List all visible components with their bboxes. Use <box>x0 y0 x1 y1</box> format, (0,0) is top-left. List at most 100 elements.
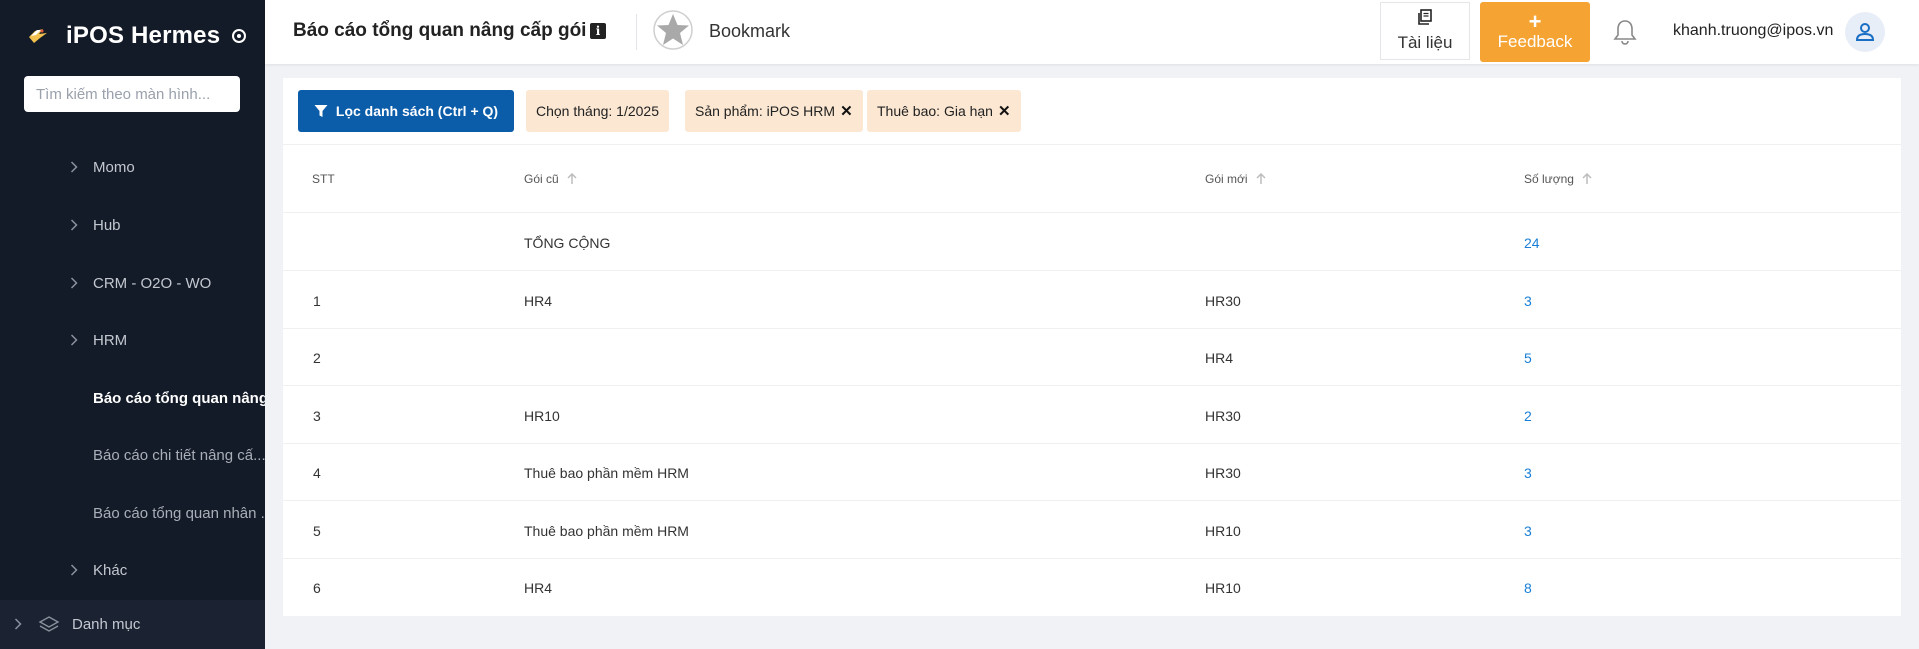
sidebar-item-crm[interactable]: CRM - O2O - WO <box>0 254 265 312</box>
sidebar-item-label: Khác <box>93 561 128 579</box>
sidebar-item-label: CRM - O2O - WO <box>93 274 212 292</box>
chevron-right-icon <box>70 564 88 576</box>
sidebar-item-momo[interactable]: Momo <box>0 138 265 196</box>
total-label: TỔNG CỘNG <box>524 235 611 251</box>
app-name[interactable]: iPOS Hermes <box>66 22 220 50</box>
cell-quantity-link[interactable]: 3 <box>1524 465 1532 481</box>
sidebar-item-hub[interactable]: Hub <box>0 196 265 254</box>
chevron-right-icon <box>70 277 88 289</box>
user-email[interactable]: khanh.truong@ipos.vn <box>1673 22 1833 40</box>
cell-stt: 3 <box>313 408 321 424</box>
sidebar-item-label: Danh mục <box>72 616 141 633</box>
table-total-row: TỔNG CỘNG 24 <box>283 214 1901 271</box>
filter-list-button[interactable]: Lọc danh sách (Ctrl + Q) <box>298 90 514 132</box>
table-row: 6 HR4 HR10 8 <box>283 559 1901 616</box>
cell-old-package: Thuê bao phần mềm HRM <box>524 523 689 539</box>
close-icon[interactable]: ✕ <box>840 102 853 120</box>
cell-new-package: HR30 <box>1205 293 1241 309</box>
table-row: 1 HR4 HR30 3 <box>283 272 1901 329</box>
bookmark-star-icon[interactable] <box>653 10 693 50</box>
chip-label: Thuê bao: Gia hạn <box>877 103 993 119</box>
hermes-logo-icon <box>24 22 52 50</box>
layers-icon <box>38 614 60 636</box>
user-avatar-icon[interactable] <box>1845 12 1885 52</box>
filter-chip-subscription[interactable]: Thuê bao: Gia hạn ✕ <box>867 90 1021 132</box>
chevron-right-icon <box>70 161 88 173</box>
sidebar-item-hrm[interactable]: HRM <box>0 311 265 369</box>
filter-chip-month[interactable]: Chọn tháng: 1/2025 <box>526 90 669 132</box>
close-icon[interactable]: ✕ <box>998 102 1011 120</box>
cell-quantity-link[interactable]: 3 <box>1524 523 1532 539</box>
table-row: 2 HR4 5 <box>283 329 1901 386</box>
chevron-right-icon <box>14 617 22 633</box>
sidebar-item-upgrade-overview[interactable]: Báo cáo tổng quan nâng ... <box>0 369 265 427</box>
column-header-quantity[interactable]: Số lượng <box>1524 172 1592 186</box>
column-header-stt: STT <box>312 172 335 186</box>
column-label: Gói cũ <box>524 172 559 186</box>
table-row: 5 Thuê bao phần mềm HRM HR10 3 <box>283 502 1901 559</box>
chevron-right-icon <box>70 334 88 346</box>
book-icon <box>1417 9 1433 30</box>
feedback-button[interactable]: + Feedback <box>1480 2 1590 62</box>
sidebar-item-label: Hub <box>93 216 121 234</box>
cell-new-package: HR30 <box>1205 408 1241 424</box>
chip-label: Sản phẩm: iPOS HRM <box>695 103 836 119</box>
feedback-label: Feedback <box>1497 32 1573 51</box>
cell-stt: 5 <box>313 523 321 539</box>
filter-button-label: Lọc danh sách (Ctrl + Q) <box>335 103 499 119</box>
column-label: Số lượng <box>1524 172 1574 186</box>
filter-chip-product[interactable]: Sản phẩm: iPOS HRM ✕ <box>685 90 863 132</box>
cell-old-package: HR4 <box>524 293 553 309</box>
cell-stt: 6 <box>313 580 321 596</box>
bell-icon[interactable] <box>1612 18 1638 46</box>
table-row: 4 Thuê bao phần mềm HRM HR30 3 <box>283 444 1901 501</box>
table-row: 3 HR10 HR30 2 <box>283 387 1901 444</box>
sidebar-item-upgrade-detail[interactable]: Báo cáo chi tiết nâng cấ... <box>0 426 265 484</box>
sidebar-item-staff-overview[interactable]: Báo cáo tổng quan nhân ... <box>0 484 265 542</box>
sidebar: iPOS Hermes Momo Hub CRM - O2O - WO <box>0 0 265 649</box>
cell-new-package: HR30 <box>1205 465 1241 481</box>
sidebar-item-label: Momo <box>93 158 135 176</box>
sidebar-item-catalog[interactable]: Danh mục <box>0 600 265 649</box>
sidebar-search-input[interactable] <box>24 76 240 112</box>
filter-toolbar: Lọc danh sách (Ctrl + Q) Chọn tháng: 1/2… <box>283 78 1901 145</box>
header-divider <box>636 14 637 50</box>
bookmark-label[interactable]: Bookmark <box>709 21 790 42</box>
column-header-old-package[interactable]: Gói cũ <box>524 172 577 186</box>
docs-button[interactable]: Tài liệu <box>1380 2 1470 60</box>
sidebar-item-label: Báo cáo tổng quan nâng ... <box>93 389 265 407</box>
cell-quantity-link[interactable]: 8 <box>1524 580 1532 596</box>
total-quantity[interactable]: 24 <box>1524 235 1540 251</box>
cell-quantity-link[interactable]: 5 <box>1524 350 1532 366</box>
page-title: Báo cáo tổng quan nâng cấp gói <box>293 20 587 41</box>
cell-new-package: HR10 <box>1205 580 1241 596</box>
sidebar-item-label: Báo cáo tổng quan nhân ... <box>93 504 265 522</box>
cell-stt: 4 <box>313 465 321 481</box>
table-header: STT Gói cũ Gói mới Số lượng <box>283 146 1901 213</box>
chevron-right-icon <box>70 219 88 231</box>
logo-row: iPOS Hermes <box>0 0 265 72</box>
sort-arrow-up-icon[interactable] <box>567 173 577 185</box>
plus-icon: + <box>1528 9 1542 34</box>
cell-stt: 2 <box>313 350 321 366</box>
radio-toggle-icon[interactable] <box>232 29 247 43</box>
top-header: Báo cáo tổng quan nâng cấp gói i Bookmar… <box>265 0 1919 64</box>
filter-icon <box>314 105 328 117</box>
sidebar-item-label: Báo cáo chi tiết nâng cấ... <box>93 446 265 464</box>
docs-label: Tài liệu <box>1397 33 1453 52</box>
info-icon[interactable]: i <box>590 23 606 39</box>
report-card: Lọc danh sách (Ctrl + Q) Chọn tháng: 1/2… <box>283 78 1901 616</box>
chip-label: Chọn tháng: 1/2025 <box>536 103 659 119</box>
column-label: STT <box>312 172 335 186</box>
cell-old-package: HR10 <box>524 408 560 424</box>
sort-arrow-up-icon[interactable] <box>1256 173 1266 185</box>
cell-new-package: HR4 <box>1205 350 1234 366</box>
sidebar-item-other[interactable]: Khác <box>0 541 265 599</box>
sidebar-item-label: HRM <box>93 331 128 349</box>
sort-arrow-up-icon[interactable] <box>1582 173 1592 185</box>
cell-old-package: Thuê bao phần mềm HRM <box>524 465 689 481</box>
cell-stt: 1 <box>313 293 321 309</box>
cell-quantity-link[interactable]: 2 <box>1524 408 1532 424</box>
column-header-new-package[interactable]: Gói mới <box>1205 172 1266 186</box>
cell-quantity-link[interactable]: 3 <box>1524 293 1532 309</box>
